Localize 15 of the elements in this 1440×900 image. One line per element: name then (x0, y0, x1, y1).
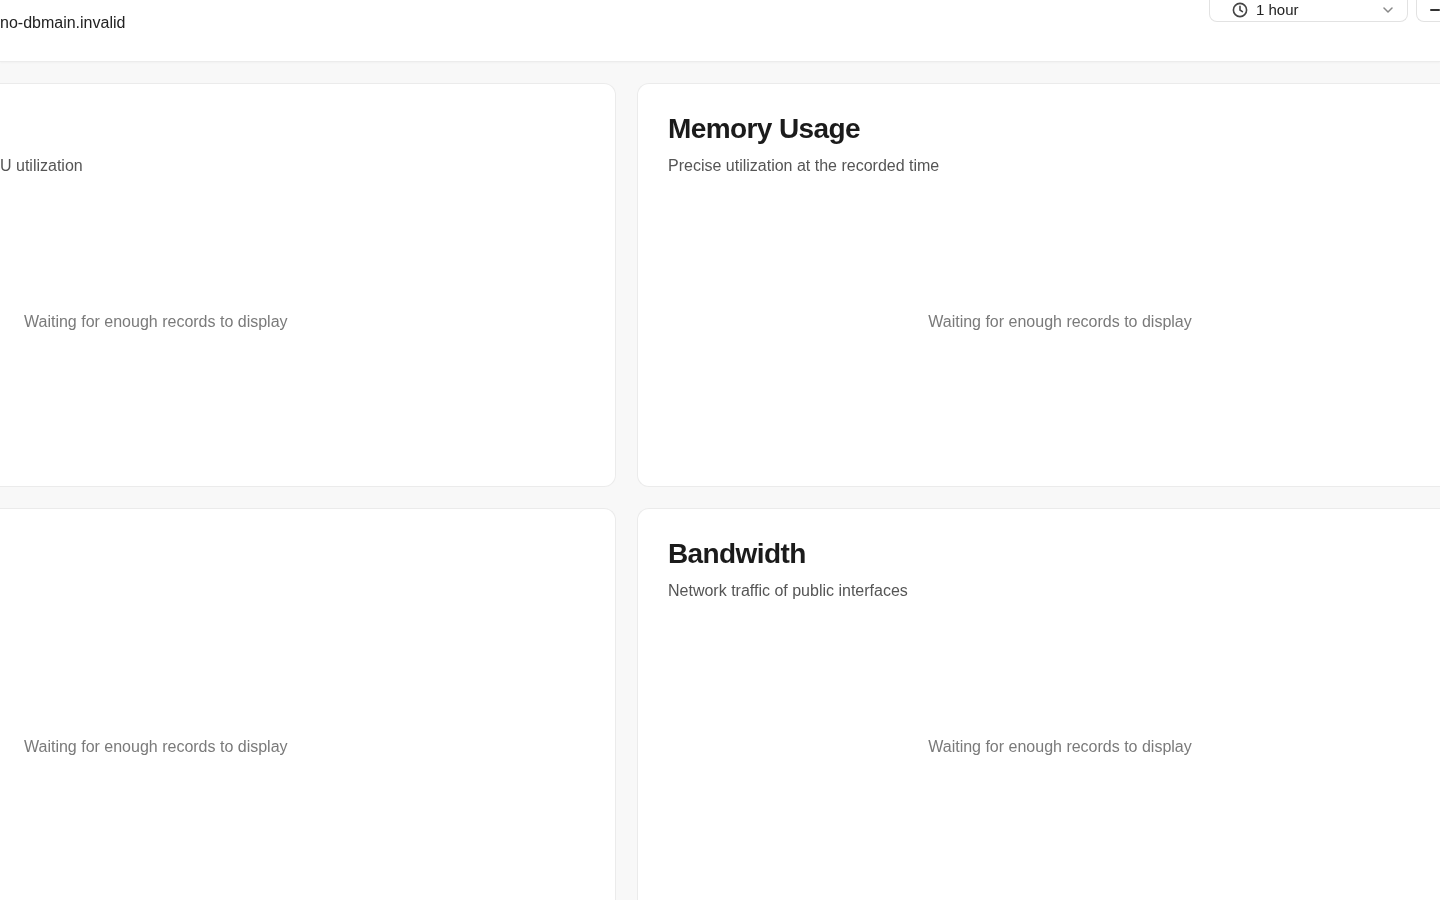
time-range-select[interactable]: 1 hour (1209, 0, 1408, 22)
card-subtitle: Precise utilization at the recorded time (668, 157, 940, 174)
empty-state-message: Waiting for enough records to display (928, 312, 1192, 332)
dash-icon (1430, 8, 1440, 11)
empty-state-message: Waiting for enough records to display (24, 737, 288, 757)
card-title: Bandwidth (668, 537, 806, 571)
clock-icon (1232, 1, 1248, 18)
toolbar-button[interactable] (1416, 0, 1440, 22)
empty-state-message: Waiting for enough records to display (24, 312, 288, 332)
card-title: Memory Usage (668, 112, 860, 146)
empty-state-message: Waiting for enough records to display (928, 737, 1192, 757)
card-subtitle: Network traffic of public interfaces (668, 582, 908, 599)
host-name: no-dbmain.invalid (0, 13, 126, 33)
card-subtitle: U utilization (0, 157, 83, 174)
chevron-down-icon (1383, 6, 1393, 13)
